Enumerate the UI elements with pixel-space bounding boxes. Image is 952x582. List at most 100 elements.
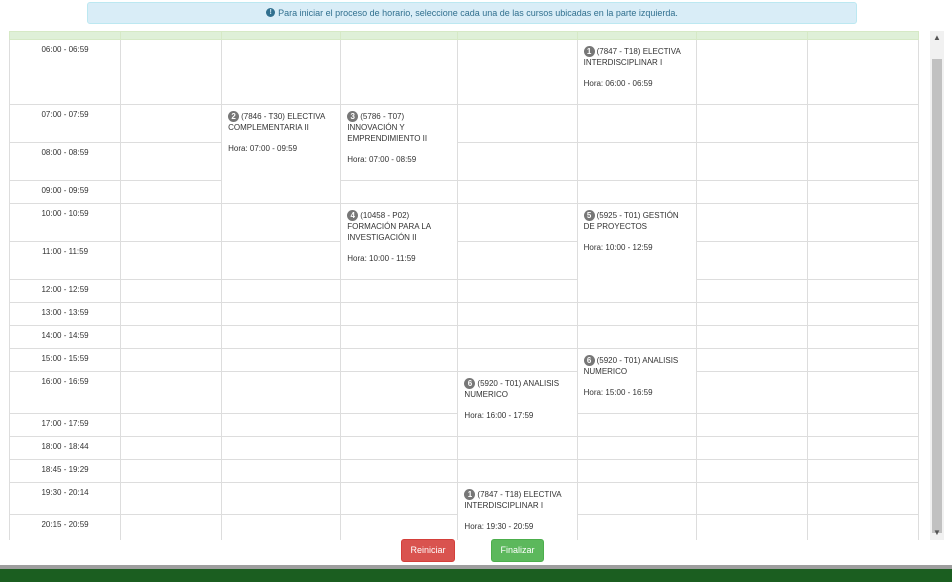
arrow-up-icon[interactable]: ▲ bbox=[930, 31, 944, 45]
empty-cell[interactable] bbox=[120, 514, 223, 540]
empty-cell[interactable] bbox=[695, 459, 808, 483]
empty-cell[interactable] bbox=[457, 348, 578, 372]
empty-cell[interactable] bbox=[457, 302, 578, 326]
empty-cell[interactable] bbox=[221, 514, 342, 540]
empty-cell[interactable] bbox=[457, 241, 578, 280]
empty-cell[interactable] bbox=[457, 39, 578, 105]
empty-cell[interactable] bbox=[221, 413, 342, 437]
finalizar-button[interactable]: Finalizar bbox=[491, 539, 544, 562]
empty-cell[interactable] bbox=[221, 241, 342, 280]
course-cell[interactable]: 3 (5786 - T07) INNOVACIÓN Y EMPRENDIMIENT… bbox=[340, 104, 459, 181]
course-block[interactable]: 2 (7846 - T30) ELECTIVA COMPLEMENTARIA II… bbox=[222, 105, 340, 158]
empty-cell[interactable] bbox=[695, 241, 808, 280]
empty-cell[interactable] bbox=[695, 279, 808, 303]
course-cell[interactable]: 2 (7846 - T30) ELECTIVA COMPLEMENTARIA II… bbox=[221, 104, 342, 204]
empty-cell[interactable] bbox=[457, 279, 578, 303]
course-cell[interactable]: 1 (7847 - T18) ELECTIVA INTERDISCIPLINAR … bbox=[457, 482, 578, 540]
empty-cell[interactable] bbox=[120, 436, 223, 460]
empty-cell[interactable] bbox=[576, 104, 697, 143]
empty-cell[interactable] bbox=[576, 436, 697, 460]
empty-cell[interactable] bbox=[120, 241, 223, 280]
empty-cell[interactable] bbox=[120, 371, 223, 414]
empty-cell[interactable] bbox=[806, 203, 920, 242]
empty-cell[interactable] bbox=[457, 104, 578, 143]
course-block[interactable]: 1 (7847 - T18) ELECTIVA INTERDISCIPLINAR … bbox=[458, 483, 576, 536]
empty-cell[interactable] bbox=[695, 413, 808, 437]
empty-cell[interactable] bbox=[695, 514, 808, 540]
empty-cell[interactable] bbox=[221, 459, 342, 483]
empty-cell[interactable] bbox=[340, 413, 459, 437]
schedule-viewport[interactable]: 06:00 - 06:59 1 (7847 - T18) ELECTIVA INT… bbox=[9, 31, 928, 540]
course-block[interactable]: 6 (5920 - T01) ANALISIS NUMERICO Hora: 16… bbox=[458, 372, 576, 425]
empty-cell[interactable] bbox=[457, 142, 578, 181]
empty-cell[interactable] bbox=[806, 279, 920, 303]
empty-cell[interactable] bbox=[120, 142, 223, 181]
course-block[interactable]: 5 (5925 - T01) GESTIÓN DE PROYECTOS Hora:… bbox=[578, 204, 696, 257]
arrow-down-icon[interactable]: ▼ bbox=[930, 526, 944, 540]
empty-cell[interactable] bbox=[340, 302, 459, 326]
empty-cell[interactable] bbox=[340, 39, 459, 105]
empty-cell[interactable] bbox=[221, 482, 342, 515]
empty-cell[interactable] bbox=[120, 39, 223, 105]
empty-cell[interactable] bbox=[340, 514, 459, 540]
empty-cell[interactable] bbox=[457, 325, 578, 349]
course-block[interactable]: 6 (5920 - T01) ANALISIS NUMERICO Hora: 15… bbox=[578, 349, 696, 402]
empty-cell[interactable] bbox=[695, 39, 808, 105]
empty-cell[interactable] bbox=[806, 302, 920, 326]
empty-cell[interactable] bbox=[340, 279, 459, 303]
scroll-thumb[interactable] bbox=[932, 59, 942, 533]
empty-cell[interactable] bbox=[576, 325, 697, 349]
empty-cell[interactable] bbox=[120, 325, 223, 349]
empty-cell[interactable] bbox=[221, 371, 342, 414]
empty-cell[interactable] bbox=[120, 180, 223, 204]
empty-cell[interactable] bbox=[340, 371, 459, 414]
vertical-scrollbar[interactable]: ▲ ▼ bbox=[930, 31, 944, 540]
empty-cell[interactable] bbox=[695, 436, 808, 460]
empty-cell[interactable] bbox=[221, 325, 342, 349]
empty-cell[interactable] bbox=[221, 279, 342, 303]
empty-cell[interactable] bbox=[457, 459, 578, 483]
empty-cell[interactable] bbox=[695, 203, 808, 242]
empty-cell[interactable] bbox=[695, 104, 808, 143]
empty-cell[interactable] bbox=[576, 482, 697, 515]
empty-cell[interactable] bbox=[576, 413, 697, 437]
empty-cell[interactable] bbox=[120, 279, 223, 303]
course-block[interactable]: 1 (7847 - T18) ELECTIVA INTERDISCIPLINAR … bbox=[578, 40, 696, 93]
empty-cell[interactable] bbox=[457, 180, 578, 204]
empty-cell[interactable] bbox=[576, 459, 697, 483]
empty-cell[interactable] bbox=[340, 180, 459, 204]
empty-cell[interactable] bbox=[695, 371, 808, 414]
empty-cell[interactable] bbox=[695, 142, 808, 181]
empty-cell[interactable] bbox=[576, 514, 697, 540]
empty-cell[interactable] bbox=[457, 436, 578, 460]
empty-cell[interactable] bbox=[806, 436, 920, 460]
empty-cell[interactable] bbox=[340, 325, 459, 349]
empty-cell[interactable] bbox=[221, 302, 342, 326]
course-cell[interactable]: 6 (5920 - T01) ANALISIS NUMERICO Hora: 16… bbox=[457, 371, 578, 437]
empty-cell[interactable] bbox=[221, 203, 342, 242]
empty-cell[interactable] bbox=[806, 514, 920, 540]
empty-cell[interactable] bbox=[695, 180, 808, 204]
empty-cell[interactable] bbox=[695, 325, 808, 349]
empty-cell[interactable] bbox=[340, 348, 459, 372]
empty-cell[interactable] bbox=[806, 39, 920, 105]
empty-cell[interactable] bbox=[120, 302, 223, 326]
empty-cell[interactable] bbox=[806, 180, 920, 204]
empty-cell[interactable] bbox=[120, 413, 223, 437]
empty-cell[interactable] bbox=[340, 482, 459, 515]
empty-cell[interactable] bbox=[576, 180, 697, 204]
empty-cell[interactable] bbox=[120, 459, 223, 483]
course-block[interactable]: 4 (10458 - P02) FORMACIÓN PARA LA INVESTI… bbox=[341, 204, 457, 268]
course-cell[interactable]: 4 (10458 - P02) FORMACIÓN PARA LA INVESTI… bbox=[340, 203, 459, 280]
course-cell[interactable]: 1 (7847 - T18) ELECTIVA INTERDISCIPLINAR … bbox=[576, 39, 697, 105]
empty-cell[interactable] bbox=[340, 436, 459, 460]
empty-cell[interactable] bbox=[221, 39, 342, 105]
empty-cell[interactable] bbox=[576, 302, 697, 326]
empty-cell[interactable] bbox=[806, 142, 920, 181]
empty-cell[interactable] bbox=[576, 142, 697, 181]
course-cell[interactable]: 5 (5925 - T01) GESTIÓN DE PROYECTOS Hora:… bbox=[576, 203, 697, 303]
empty-cell[interactable] bbox=[695, 482, 808, 515]
empty-cell[interactable] bbox=[695, 302, 808, 326]
empty-cell[interactable] bbox=[120, 348, 223, 372]
empty-cell[interactable] bbox=[695, 348, 808, 372]
